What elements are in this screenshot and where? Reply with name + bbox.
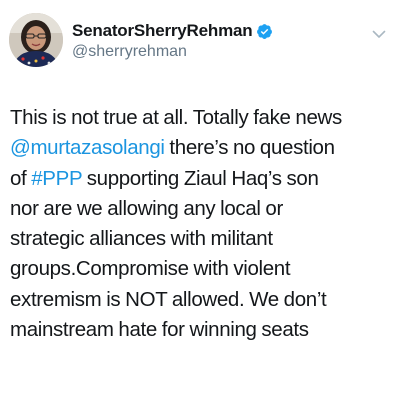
mention-link[interactable]: @murtazasolangi — [10, 136, 165, 159]
tweet-line: of #PPP supporting Ziaul Haq’s son — [10, 164, 395, 194]
tweet-text-segment: supporting Ziaul Haq’s son — [81, 166, 319, 190]
profile-photo — [9, 13, 63, 67]
chevron-down-icon[interactable] — [371, 26, 387, 42]
tweet-text-segment: This is not true at all. Totally fake ne… — [10, 106, 342, 129]
tweet-line: @murtazasolangi there’s no question — [10, 133, 395, 163]
author-name-row[interactable]: SenatorSherryRehman — [72, 21, 273, 41]
avatar[interactable] — [9, 13, 63, 67]
tweet-text-segment: mainstream hate for winning seats — [10, 318, 309, 342]
tweet-text-segment: extremism is NOT allowed. We don’t — [10, 287, 327, 311]
tweet-body: This is not true at all. Totally fake ne… — [10, 103, 395, 345]
tweet-line: strategic alliances with militant — [10, 224, 395, 254]
tweet-text-segment: nor are we allowing any local or — [10, 196, 283, 220]
tweet-text-segment: strategic alliances with militant — [10, 227, 273, 251]
tweet-text-segment: groups.Compromise with violent — [10, 257, 291, 281]
tweet-line: This is not true at all. Totally fake ne… — [10, 103, 395, 133]
tweet-line: extremism is NOT allowed. We don’t — [10, 285, 395, 315]
tweet-text-segment: there’s no question — [164, 136, 335, 160]
tweet-line: groups.Compromise with violent — [10, 254, 395, 284]
tweet-line: nor are we allowing any local or — [10, 194, 395, 224]
tweet-line: mainstream hate for winning seats — [10, 315, 395, 345]
user-handle[interactable]: @sherryrehman — [72, 43, 187, 61]
tweet-text-segment: of — [10, 166, 32, 190]
display-name[interactable]: SenatorSherryRehman — [72, 21, 253, 41]
verified-badge-icon — [256, 23, 273, 40]
hashtag-link[interactable]: #PPP — [31, 167, 82, 190]
tweet-card: SenatorSherryRehman @sherryrehman This i… — [0, 0, 400, 400]
